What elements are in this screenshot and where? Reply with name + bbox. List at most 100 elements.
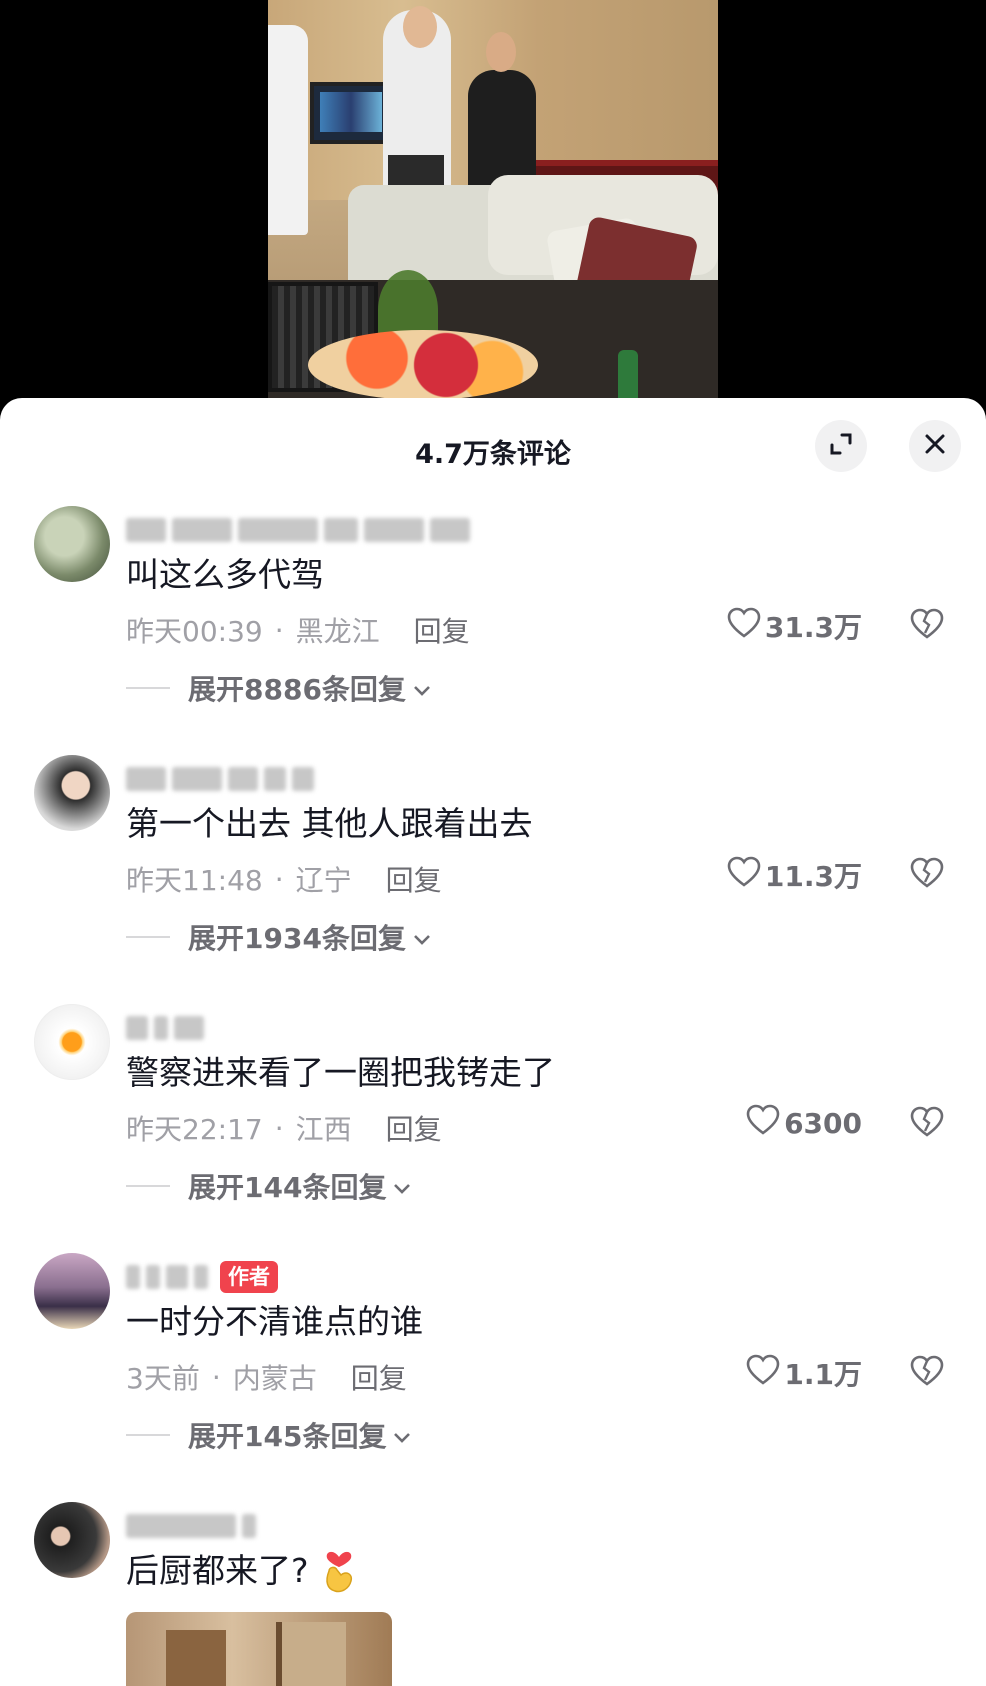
meta-separator: · [274,613,284,647]
comment-text: 第一个出去 其他人跟着出去 [126,797,533,845]
video-scene-fruit-plate [308,330,538,400]
comment-meta: 3天前 · 内蒙古 回复 [126,1357,407,1397]
video-scene-person-head [403,6,437,48]
comment-time: 3天前 [126,1362,200,1395]
like-button[interactable]: 31.3万 [727,606,862,646]
comment-time: 昨天11:48 [126,864,263,897]
reply-button[interactable]: 回复 [351,1357,407,1397]
dislike-button[interactable] [910,608,944,644]
expand-divider [126,936,170,938]
avatar[interactable] [34,1253,110,1329]
comment-item: 叫这么多代驾 昨天00:39 · 黑龙江 回复 31.3万 展开8886条回复 [0,498,986,747]
username-redacted[interactable] [126,512,470,548]
avatar[interactable] [34,506,110,582]
comment-item: 第一个出去 其他人跟着出去 昨天11:48 · 辽宁 回复 11.3万 展开19… [0,747,986,996]
chevron-down-icon [412,921,432,954]
expand-divider [126,1185,170,1187]
comment-item: 作者 一时分不清谁点的谁 3天前 · 内蒙古 回复 1.1万 展开145条回复 [0,1245,986,1494]
dislike-button[interactable] [910,857,944,893]
reply-button[interactable]: 回复 [414,610,470,650]
username-redacted[interactable] [126,1010,204,1046]
comment-item: 后厨都来了? [0,1494,986,1686]
avatar[interactable] [34,1004,110,1080]
video-scene-person [268,25,308,235]
expand-replies-button[interactable]: 展开145条回复 [126,1415,412,1455]
comment-panel-header: 4.7万条评论 [0,398,986,498]
image-scene-door [276,1622,346,1686]
video-frame[interactable] [268,0,718,400]
expand-button[interactable] [815,420,867,472]
comment-location: 黑龙江 [295,615,380,648]
meta-separator: · [274,862,284,896]
chevron-down-icon [412,672,432,705]
video-scene-bottle [618,350,638,400]
comment-location: 内蒙古 [232,1362,317,1395]
username-redacted[interactable] [126,1508,256,1544]
heart-outline-icon [727,856,761,895]
dislike-button[interactable] [910,1106,944,1142]
like-count: 6300 [784,1107,862,1140]
username-redacted[interactable] [126,761,314,797]
heart-outline-icon [746,1354,780,1393]
close-icon [923,432,947,460]
like-button[interactable]: 1.1万 [746,1353,862,1393]
comment-text-content: 叫这么多代驾 [126,555,324,594]
dislike-button[interactable] [910,1355,944,1391]
like-count: 31.3万 [764,611,862,644]
avatar[interactable] [34,1502,110,1578]
heart-outline-icon [727,607,761,646]
comment-meta: 昨天11:48 · 辽宁 回复 [126,859,442,899]
expand-replies-label: 展开8886条回复 [188,673,406,706]
comment-image[interactable] [126,1612,392,1686]
meta-separator: · [274,1111,284,1145]
like-button[interactable]: 6300 [746,1104,862,1143]
comment-text-content: 警察进来看了一圈把我铐走了 [126,1053,555,1092]
expand-icon [828,431,854,461]
close-button[interactable] [909,420,961,472]
comment-text: 警察进来看了一圈把我铐走了 [126,1046,555,1094]
comment-text-content: 一时分不清谁点的谁 [126,1302,423,1341]
expand-replies-button[interactable]: 展开8886条回复 [126,668,432,708]
expand-divider [126,1434,170,1436]
like-button[interactable]: 11.3万 [727,855,862,895]
expand-replies-label: 展开145条回复 [188,1420,387,1453]
comment-text: 后厨都来了? [126,1544,359,1593]
broken-heart-icon [910,857,944,893]
comment-text: 一时分不清谁点的谁 [126,1295,423,1343]
comment-text-content: 第一个出去 其他人跟着出去 [126,804,533,843]
broken-heart-icon [910,608,944,644]
reply-button[interactable]: 回复 [386,859,442,899]
video-scene-person-head [486,32,516,72]
expand-replies-label: 展开1934条回复 [188,922,406,955]
comment-location: 辽宁 [295,864,352,897]
comment-text-content: 后厨都来了? [126,1551,309,1590]
comment-item: 警察进来看了一圈把我铐走了 昨天22:17 · 江西 回复 6300 展开144… [0,996,986,1245]
expand-replies-button[interactable]: 展开144条回复 [126,1166,412,1206]
video-scene-tv [310,82,392,144]
comment-panel: 4.7万条评论 叫这么多代驾 昨天00:39 · 黑龙江 回复 31.3万 展开… [0,398,986,1686]
avatar[interactable] [34,755,110,831]
meta-separator: · [211,1360,221,1394]
expand-replies-label: 展开144条回复 [188,1171,387,1204]
heart-outline-icon [746,1104,780,1143]
like-count: 1.1万 [784,1358,862,1391]
broken-heart-icon [910,1106,944,1142]
comment-meta: 昨天22:17 · 江西 回复 [126,1108,442,1148]
chevron-down-icon [392,1170,412,1203]
finger-heart-emoji [319,1545,359,1593]
broken-heart-icon [910,1355,944,1391]
expand-replies-button[interactable]: 展开1934条回复 [126,917,432,957]
chevron-down-icon [392,1419,412,1452]
comment-time: 昨天00:39 [126,615,263,648]
comment-text: 叫这么多代驾 [126,548,324,596]
reply-button[interactable]: 回复 [386,1108,442,1148]
comment-location: 江西 [295,1113,352,1146]
author-badge: 作者 [220,1261,278,1293]
username-redacted[interactable]: 作者 [126,1259,278,1295]
expand-divider [126,687,170,689]
like-count: 11.3万 [764,860,862,893]
comment-meta: 昨天00:39 · 黑龙江 回复 [126,610,470,650]
video-area[interactable] [0,0,986,420]
comment-time: 昨天22:17 [126,1113,263,1146]
image-scene-door [166,1630,226,1686]
